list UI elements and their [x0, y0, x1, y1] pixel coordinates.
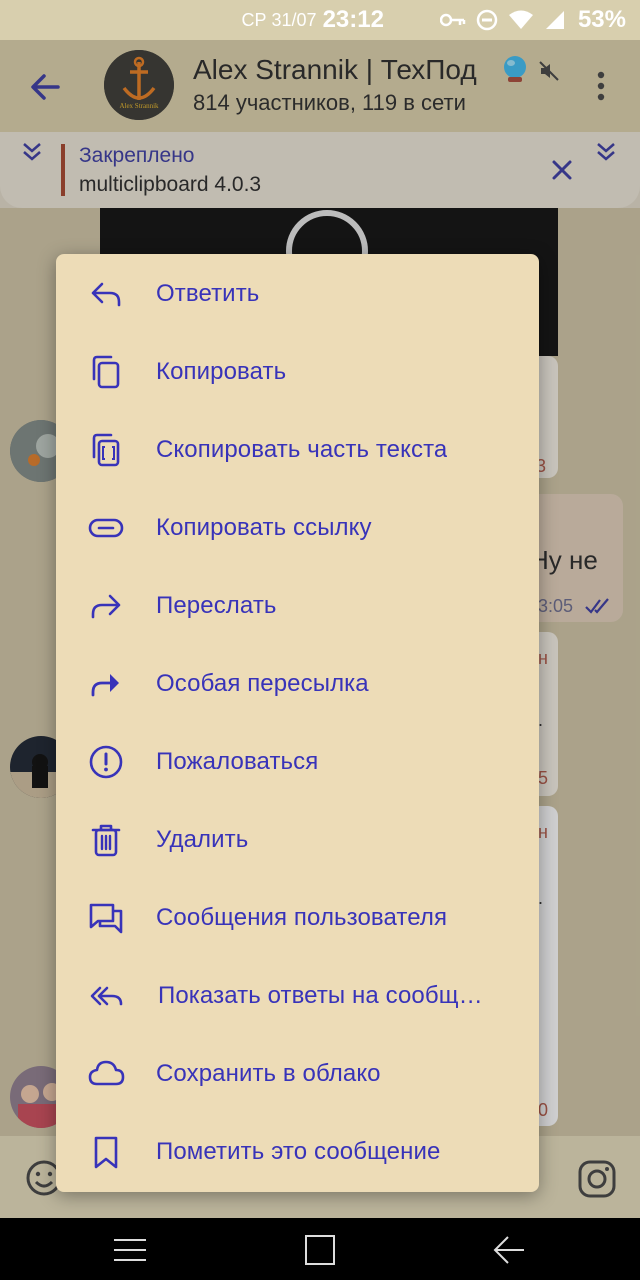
menu-item-label: Переслать — [156, 592, 277, 619]
home-icon[interactable] — [304, 1234, 336, 1266]
reply-all-icon — [86, 976, 126, 1016]
menu-item-copy-part[interactable]: Скопировать часть текста — [56, 411, 539, 489]
menu-item-forward-special[interactable]: Особая пересылка — [56, 645, 539, 723]
menu-icon[interactable] — [112, 1234, 148, 1266]
bookmark-icon — [86, 1132, 126, 1172]
back-arrow-icon[interactable] — [492, 1234, 526, 1266]
signal-icon — [545, 11, 564, 29]
menu-item-user-messages[interactable]: Сообщения пользователя — [56, 879, 539, 957]
report-icon — [86, 742, 126, 782]
menu-item-copy-link[interactable]: Копировать ссылку — [56, 489, 539, 567]
menu-item-label: Скопировать часть текста — [156, 436, 448, 463]
menu-item-report[interactable]: Пожаловаться — [56, 723, 539, 801]
menu-item-show-replies[interactable]: Показать ответы на сообщ… — [56, 957, 539, 1035]
wifi-icon — [508, 10, 533, 29]
cloud-icon — [86, 1054, 126, 1094]
menu-item-label: Сохранить в облако — [156, 1060, 381, 1087]
forward-special-icon — [86, 664, 126, 704]
copy-part-icon — [86, 430, 126, 470]
system-nav-bar — [0, 1218, 640, 1280]
menu-item-label: Копировать — [156, 358, 287, 385]
menu-item-reply[interactable]: Ответить — [56, 255, 539, 333]
battery-percent: 53% — [577, 6, 626, 33]
menu-item-label: Копировать ссылку — [156, 514, 372, 541]
status-time: 23:12 — [322, 6, 384, 33]
menu-item-label: Удалить — [156, 826, 249, 853]
message-context-menu: Ответить Копировать Скопировать часть те… — [56, 254, 539, 1192]
menu-item-label: Показать ответы на сообщ… — [158, 982, 483, 1009]
forward-icon — [86, 586, 126, 626]
menu-item-bookmark[interactable]: Пометить это сообщение — [56, 1113, 539, 1191]
key-icon — [439, 13, 466, 27]
menu-item-forward[interactable]: Переслать — [56, 567, 539, 645]
link-icon — [86, 508, 126, 548]
menu-item-label: Пожаловаться — [156, 748, 319, 775]
menu-item-label: Сообщения пользователя — [156, 904, 448, 931]
menu-item-copy[interactable]: Копировать — [56, 333, 539, 411]
menu-item-label: Ответить — [156, 280, 260, 307]
menu-item-label: Особая пересылка — [156, 670, 369, 697]
delete-icon — [86, 820, 126, 860]
user-messages-icon — [86, 898, 126, 938]
reply-icon — [86, 274, 126, 314]
status-bar: СР 31/07 23:12 53% — [0, 0, 640, 40]
menu-item-save-cloud[interactable]: Сохранить в облако — [56, 1035, 539, 1113]
dnd-icon — [476, 9, 498, 31]
status-icons — [439, 9, 566, 31]
status-date: СР 31/07 — [241, 9, 317, 30]
menu-item-delete[interactable]: Удалить — [56, 801, 539, 879]
menu-item-label: Пометить это сообщение — [156, 1138, 441, 1165]
copy-icon — [86, 352, 126, 392]
